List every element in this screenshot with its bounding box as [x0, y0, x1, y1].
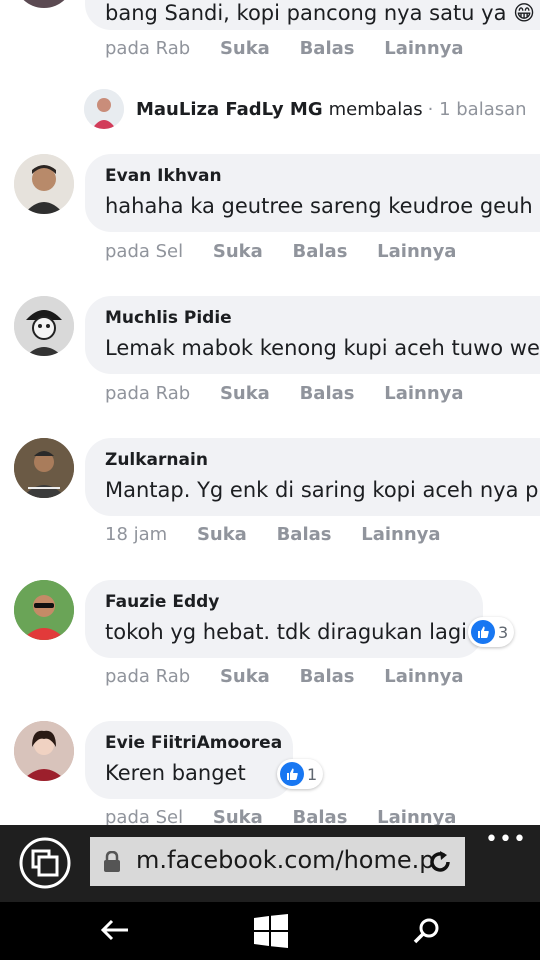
lock-icon — [104, 851, 120, 872]
reaction-count[interactable]: 3 — [468, 617, 515, 647]
avatar[interactable] — [14, 0, 74, 8]
reply-link[interactable]: Balas — [293, 241, 348, 262]
like-link[interactable]: Suka — [220, 38, 270, 59]
comment-actions: pada Rab Suka Balas Lainnya — [105, 383, 488, 404]
more-link[interactable]: Lainnya — [384, 38, 463, 59]
comment-author[interactable]: Muchlis Pidie — [105, 308, 232, 328]
reaction-number: 1 — [307, 764, 318, 784]
reply-count: · 1 balasan — [427, 98, 527, 120]
comment-author[interactable]: Fauzie Eddy — [105, 592, 219, 612]
comment-text: bang Sandi, kopi pancong nya satu ya 😁 — [105, 1, 536, 25]
reply-avatar — [84, 89, 124, 129]
comment-text: Mantap. Yg enk di saring kopi aceh nya p — [105, 478, 539, 502]
like-icon — [471, 620, 495, 644]
comment-actions: pada Sel Suka Balas Lainnya — [105, 241, 480, 262]
comment-author[interactable]: Evan Ikhvan — [105, 166, 222, 186]
search-icon[interactable] — [413, 917, 441, 945]
more-menu-icon[interactable]: ••• — [485, 827, 527, 852]
avatar[interactable] — [14, 580, 74, 640]
reply-link[interactable]: Balas — [293, 807, 348, 825]
like-link[interactable]: Suka — [220, 383, 270, 404]
comment-time: pada Rab — [105, 38, 191, 59]
refresh-icon[interactable] — [427, 849, 453, 875]
comment-feed[interactable]: bang Sandi, kopi pancong nya satu ya 😁 p… — [0, 0, 540, 825]
reaction-count[interactable]: 1 — [277, 759, 324, 789]
comment-bubble: Evan Ikhvan hahaha ka geutree sareng keu… — [85, 154, 540, 232]
comment-bubble: Fauzie Eddy tokoh yg hebat. tdk diraguka… — [85, 580, 483, 658]
more-link[interactable]: Lainnya — [377, 241, 456, 262]
like-link[interactable]: Suka — [197, 524, 247, 545]
reply-author: MauLiza FadLy MG — [136, 98, 323, 120]
comment-actions: pada Rab Suka Balas Lainnya — [105, 38, 488, 59]
more-link[interactable]: Lainnya — [377, 807, 456, 825]
comment-time: pada Rab — [105, 383, 191, 404]
back-arrow-icon[interactable] — [100, 919, 130, 941]
reply-verb: membalas — [328, 98, 423, 120]
comment-time: pada Sel — [105, 241, 184, 262]
like-link[interactable]: Suka — [213, 241, 263, 262]
more-link[interactable]: Lainnya — [384, 666, 463, 687]
more-link[interactable]: Lainnya — [361, 524, 440, 545]
comment-text: tokoh yg hebat. tdk diragukan lagi — [105, 620, 467, 644]
comment-author[interactable]: Zulkarnain — [105, 450, 208, 470]
comment-text: Keren banget — [105, 761, 246, 785]
comment-bubble: Evie FiitriAmoorea Keren banget — [85, 721, 293, 799]
reply-link[interactable]: Balas — [300, 383, 355, 404]
url-text: m.facebook.com/home.p — [136, 846, 435, 874]
comment-bubble: Muchlis Pidie Lemak mabok kenong kupi ac… — [85, 296, 540, 374]
url-field[interactable]: m.facebook.com/home.p — [90, 837, 465, 886]
system-navigation-bar — [0, 902, 540, 960]
avatar[interactable] — [14, 154, 74, 214]
comment-text: hahaha ka geutree sareng keudroe geuh — [105, 194, 533, 218]
windows-start-icon[interactable] — [254, 914, 288, 948]
reply-link[interactable]: Balas — [300, 666, 355, 687]
browser-address-bar: m.facebook.com/home.p ••• — [0, 825, 540, 902]
avatar[interactable] — [14, 296, 74, 356]
reply-summary[interactable]: MauLiza FadLy MG membalas · 1 balasan — [84, 88, 527, 130]
tabs-icon[interactable] — [18, 836, 72, 890]
comment-actions: pada Rab Suka Balas Lainnya — [105, 666, 488, 687]
comment-bubble: bang Sandi, kopi pancong nya satu ya 😁 — [85, 0, 540, 30]
comment-time: pada Rab — [105, 666, 191, 687]
like-link[interactable]: Suka — [220, 666, 270, 687]
reply-link[interactable]: Balas — [277, 524, 332, 545]
comment-bubble: Zulkarnain Mantap. Yg enk di saring kopi… — [85, 438, 540, 516]
comment-actions: 18 jam Suka Balas Lainnya — [105, 524, 465, 545]
comment-author[interactable]: Evie FiitriAmoorea — [105, 733, 282, 753]
reply-link[interactable]: Balas — [300, 38, 355, 59]
avatar[interactable] — [14, 721, 74, 781]
comment-text: Lemak mabok kenong kupi aceh tuwo we — [105, 336, 540, 360]
comment-actions: pada Sel Suka Balas Lainnya — [105, 807, 480, 825]
like-icon — [280, 762, 304, 786]
reaction-number: 3 — [498, 622, 509, 642]
avatar[interactable] — [14, 438, 74, 498]
like-link[interactable]: Suka — [213, 807, 263, 825]
comment-time: pada Sel — [105, 807, 184, 825]
comment-time: 18 jam — [105, 524, 168, 545]
more-link[interactable]: Lainnya — [384, 383, 463, 404]
